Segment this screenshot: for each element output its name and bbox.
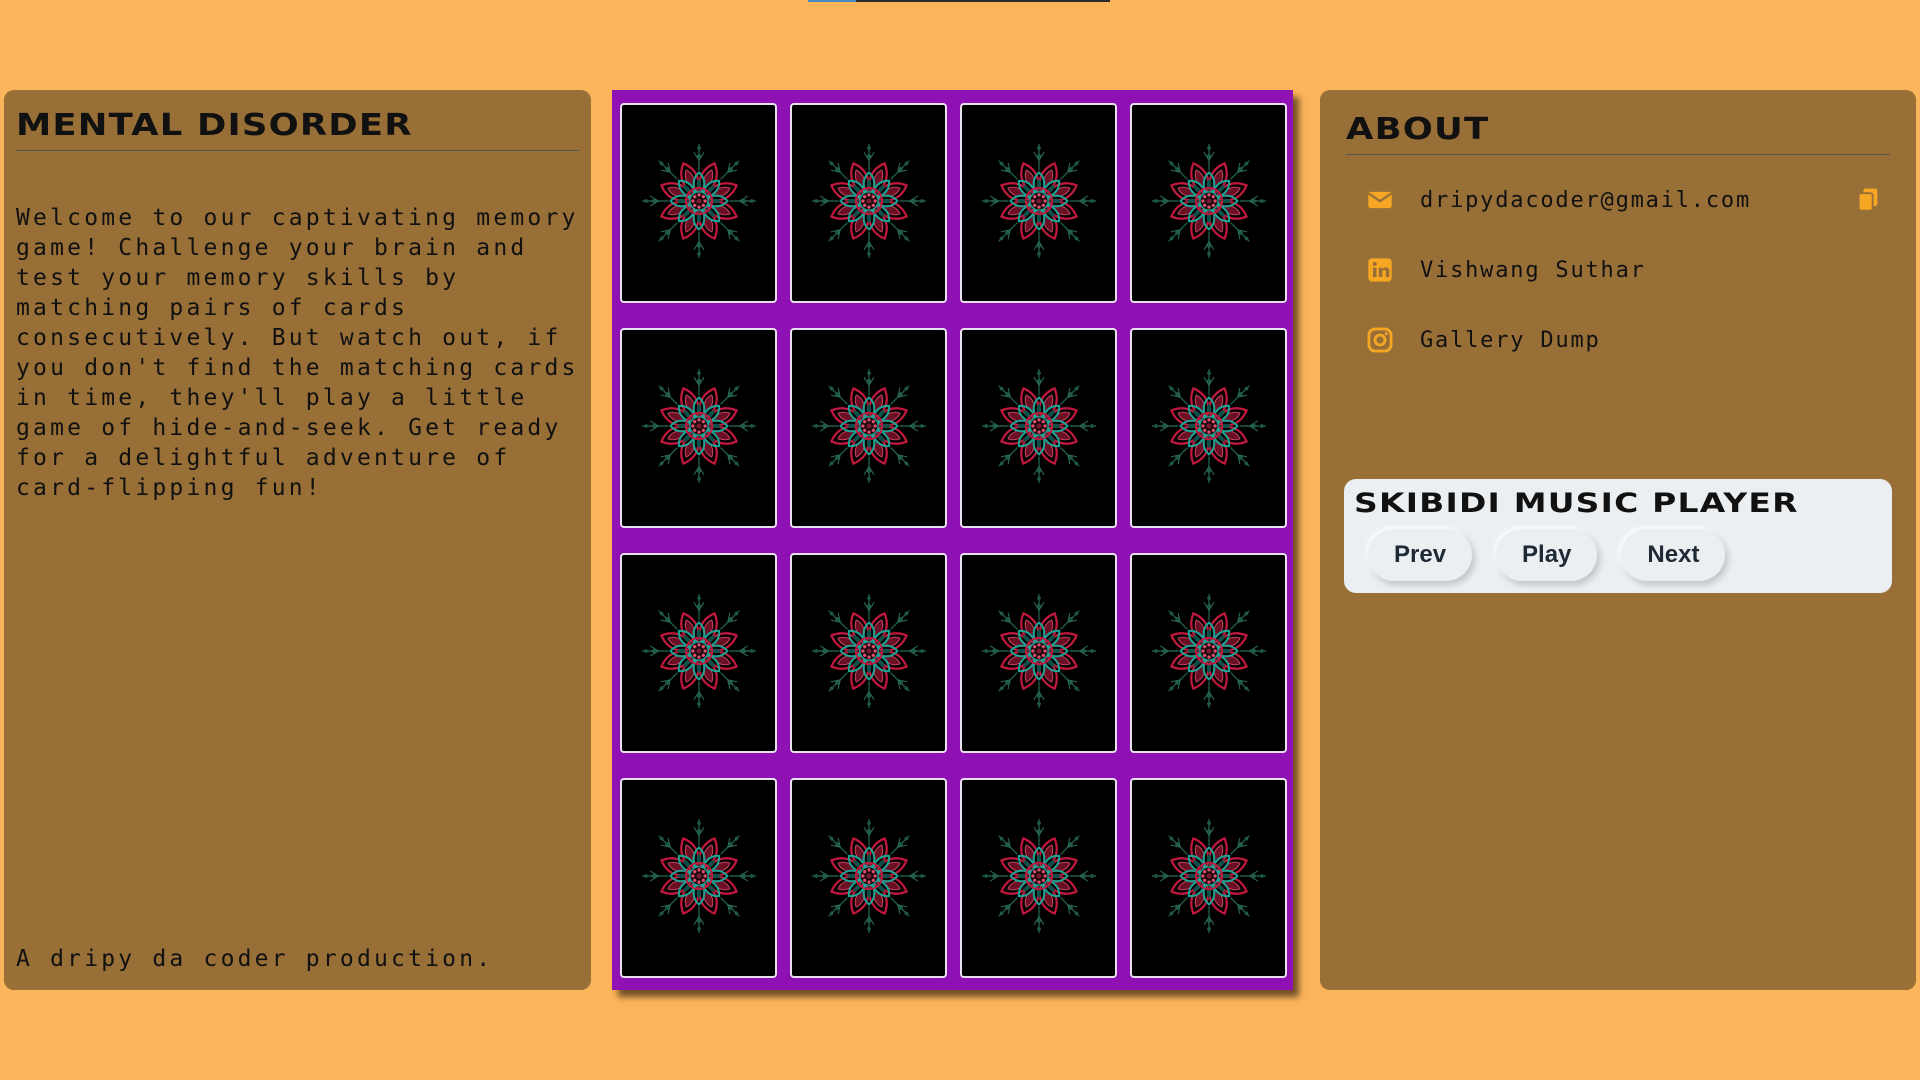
mandala-icon xyxy=(1148,140,1270,266)
mandala-icon xyxy=(1148,590,1270,716)
mandala-icon xyxy=(638,365,760,491)
envelope-icon xyxy=(1366,186,1394,214)
email-text[interactable]: dripydacoder@gmail.com xyxy=(1420,188,1751,213)
memory-card[interactable] xyxy=(960,328,1117,528)
memory-card[interactable] xyxy=(620,328,777,528)
memory-card[interactable] xyxy=(620,778,777,978)
mandala-icon xyxy=(978,815,1100,941)
mandala-icon xyxy=(808,815,930,941)
contact-instagram[interactable]: Gallery Dump xyxy=(1346,305,1890,375)
mandala-icon xyxy=(978,140,1100,266)
copy-icon[interactable] xyxy=(1854,185,1882,213)
mandala-icon xyxy=(808,140,930,266)
memory-card[interactable] xyxy=(960,778,1117,978)
linkedin-text[interactable]: Vishwang Suthar xyxy=(1420,258,1646,283)
memory-card[interactable] xyxy=(790,778,947,978)
music-player-title: Skibidi Music Player xyxy=(1354,488,1799,519)
next-button[interactable]: Next xyxy=(1621,528,1726,581)
about-title: About xyxy=(1346,112,1490,147)
memory-board xyxy=(612,90,1293,990)
memory-card[interactable] xyxy=(960,553,1117,753)
mandala-icon xyxy=(808,590,930,716)
loading-progress-bar xyxy=(808,0,1110,2)
mandala-icon xyxy=(1148,815,1270,941)
instagram-text[interactable]: Gallery Dump xyxy=(1420,328,1601,353)
memory-card[interactable] xyxy=(620,103,777,303)
memory-card[interactable] xyxy=(1130,103,1287,303)
loading-progress-fill xyxy=(808,0,857,2)
memory-card[interactable] xyxy=(1130,553,1287,753)
memory-card[interactable] xyxy=(790,553,947,753)
mandala-icon xyxy=(638,590,760,716)
title-divider xyxy=(16,150,579,151)
mandala-icon xyxy=(638,140,760,266)
card-grid xyxy=(620,103,1293,978)
credit-text: A dripy da coder production. xyxy=(16,946,494,972)
mandala-icon xyxy=(1148,365,1270,491)
about-panel: About dripydacoder@gmail.com Vishwang Su… xyxy=(1320,90,1916,990)
contact-list: dripydacoder@gmail.com Vishwang Suthar G… xyxy=(1346,165,1890,375)
game-title: Mental Disorder xyxy=(16,108,413,143)
memory-card[interactable] xyxy=(620,553,777,753)
mandala-icon xyxy=(978,590,1100,716)
memory-card[interactable] xyxy=(1130,778,1287,978)
linkedin-icon xyxy=(1366,256,1394,284)
mandala-icon xyxy=(638,815,760,941)
mandala-icon xyxy=(808,365,930,491)
prev-button[interactable]: Prev xyxy=(1368,528,1473,581)
music-controls: Prev Play Next xyxy=(1368,528,1882,581)
intro-panel: Mental Disorder Welcome to our captivati… xyxy=(4,90,591,990)
play-button[interactable]: Play xyxy=(1496,528,1598,581)
contact-linkedin[interactable]: Vishwang Suthar xyxy=(1346,235,1890,305)
memory-card[interactable] xyxy=(1130,328,1287,528)
instagram-icon xyxy=(1366,326,1394,354)
memory-card[interactable] xyxy=(790,328,947,528)
memory-card[interactable] xyxy=(960,103,1117,303)
memory-card[interactable] xyxy=(790,103,947,303)
contact-email[interactable]: dripydacoder@gmail.com xyxy=(1346,165,1890,235)
music-player: Skibidi Music Player Prev Play Next xyxy=(1344,479,1892,593)
mandala-icon xyxy=(978,365,1100,491)
game-description: Welcome to our captivating memory game! … xyxy=(16,205,579,501)
about-divider xyxy=(1346,154,1890,155)
